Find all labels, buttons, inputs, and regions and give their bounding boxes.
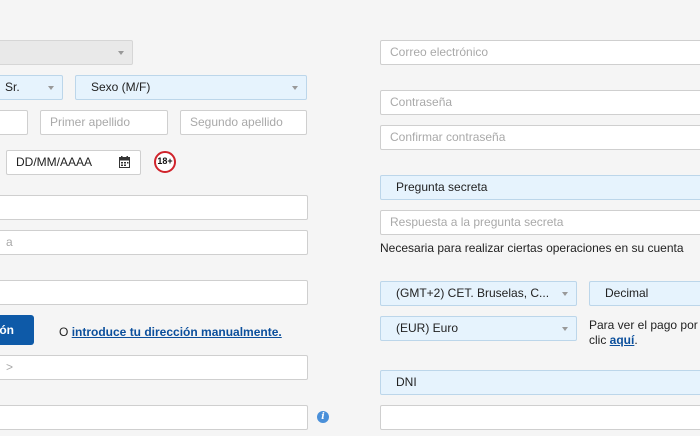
timezone-select[interactable]: (GMT+2) CET. Bruselas, C...	[380, 281, 577, 306]
manual-address-prefix: O	[59, 325, 69, 339]
second-surname-placeholder: Segundo apellido	[190, 115, 283, 129]
second-surname-field[interactable]: Segundo apellido	[180, 110, 307, 135]
age-18-plus-icon: 18+	[154, 151, 176, 173]
manual-address-text: O introduce tu dirección manualmente.	[59, 325, 282, 339]
birthdate-field[interactable]: DD/MM/AAAA	[6, 150, 141, 175]
city-placeholder: >	[6, 360, 14, 374]
id-type-label: DNI	[396, 375, 417, 389]
find-address-label: ión	[0, 323, 14, 337]
chevron-down-icon	[118, 51, 124, 55]
title-select-label: Sr.	[5, 80, 20, 94]
timezone-label: (GMT+2) CET. Bruselas, C...	[396, 286, 550, 300]
id-type-select[interactable]: DNI	[380, 370, 700, 395]
chevron-down-icon	[48, 86, 54, 90]
password-field[interactable]: Contraseña	[380, 90, 700, 115]
payment-note-line1: Para ver el pago por	[589, 318, 698, 332]
birthdate-value: DD/MM/AAAA	[16, 155, 93, 169]
security-question-label: Pregunta secreta	[396, 180, 488, 194]
title-select[interactable]: Sr.	[0, 75, 63, 100]
chevron-down-icon	[562, 292, 568, 296]
payment-note-line2: clic aquí.	[589, 333, 638, 347]
address-line-field[interactable]: a	[0, 230, 308, 255]
confirm-password-field[interactable]: Confirmar contraseña	[380, 125, 700, 150]
address-field[interactable]	[0, 195, 308, 220]
confirm-password-placeholder: Confirmar contraseña	[390, 130, 506, 144]
payment-note: Para ver el pago por clic aquí.	[589, 318, 698, 348]
gender-select[interactable]: Sexo (M/F)	[75, 75, 307, 100]
chevron-down-icon	[562, 327, 568, 331]
currency-label: (EUR) Euro	[396, 321, 459, 335]
security-answer-field[interactable]: Respuesta a la pregunta secreta	[380, 210, 700, 235]
address-line-placeholder: a	[6, 235, 13, 249]
gender-select-label: Sexo (M/F)	[91, 80, 151, 94]
odds-format-select[interactable]: Decimal	[589, 281, 700, 306]
postcode-field[interactable]	[0, 280, 308, 305]
chevron-down-icon	[292, 86, 298, 90]
first-surname-placeholder: Primer apellido	[50, 115, 131, 129]
info-icon[interactable]: i	[317, 411, 329, 423]
currency-select[interactable]: (EUR) Euro	[380, 316, 577, 341]
payment-note-link[interactable]: aquí	[610, 333, 635, 347]
security-note: Necesaria para realizar ciertas operacio…	[380, 241, 684, 255]
email-placeholder: Correo electrónico	[390, 45, 489, 59]
calendar-icon[interactable]	[119, 156, 130, 168]
find-address-button[interactable]: ión	[0, 315, 34, 345]
security-answer-placeholder: Respuesta a la pregunta secreta	[390, 215, 564, 229]
security-question-select[interactable]: Pregunta secreta	[380, 175, 700, 200]
id-number-field[interactable]	[380, 405, 700, 430]
first-name-field[interactable]	[0, 110, 28, 135]
odds-format-label: Decimal	[605, 286, 649, 300]
first-surname-field[interactable]: Primer apellido	[40, 110, 168, 135]
manual-address-link[interactable]: introduce tu dirección manualmente.	[72, 325, 282, 339]
password-placeholder: Contraseña	[390, 95, 453, 109]
country-select[interactable]	[0, 40, 133, 65]
phone-field[interactable]	[0, 405, 308, 430]
city-field[interactable]: >	[0, 355, 308, 380]
email-field[interactable]: Correo electrónico	[380, 40, 700, 65]
